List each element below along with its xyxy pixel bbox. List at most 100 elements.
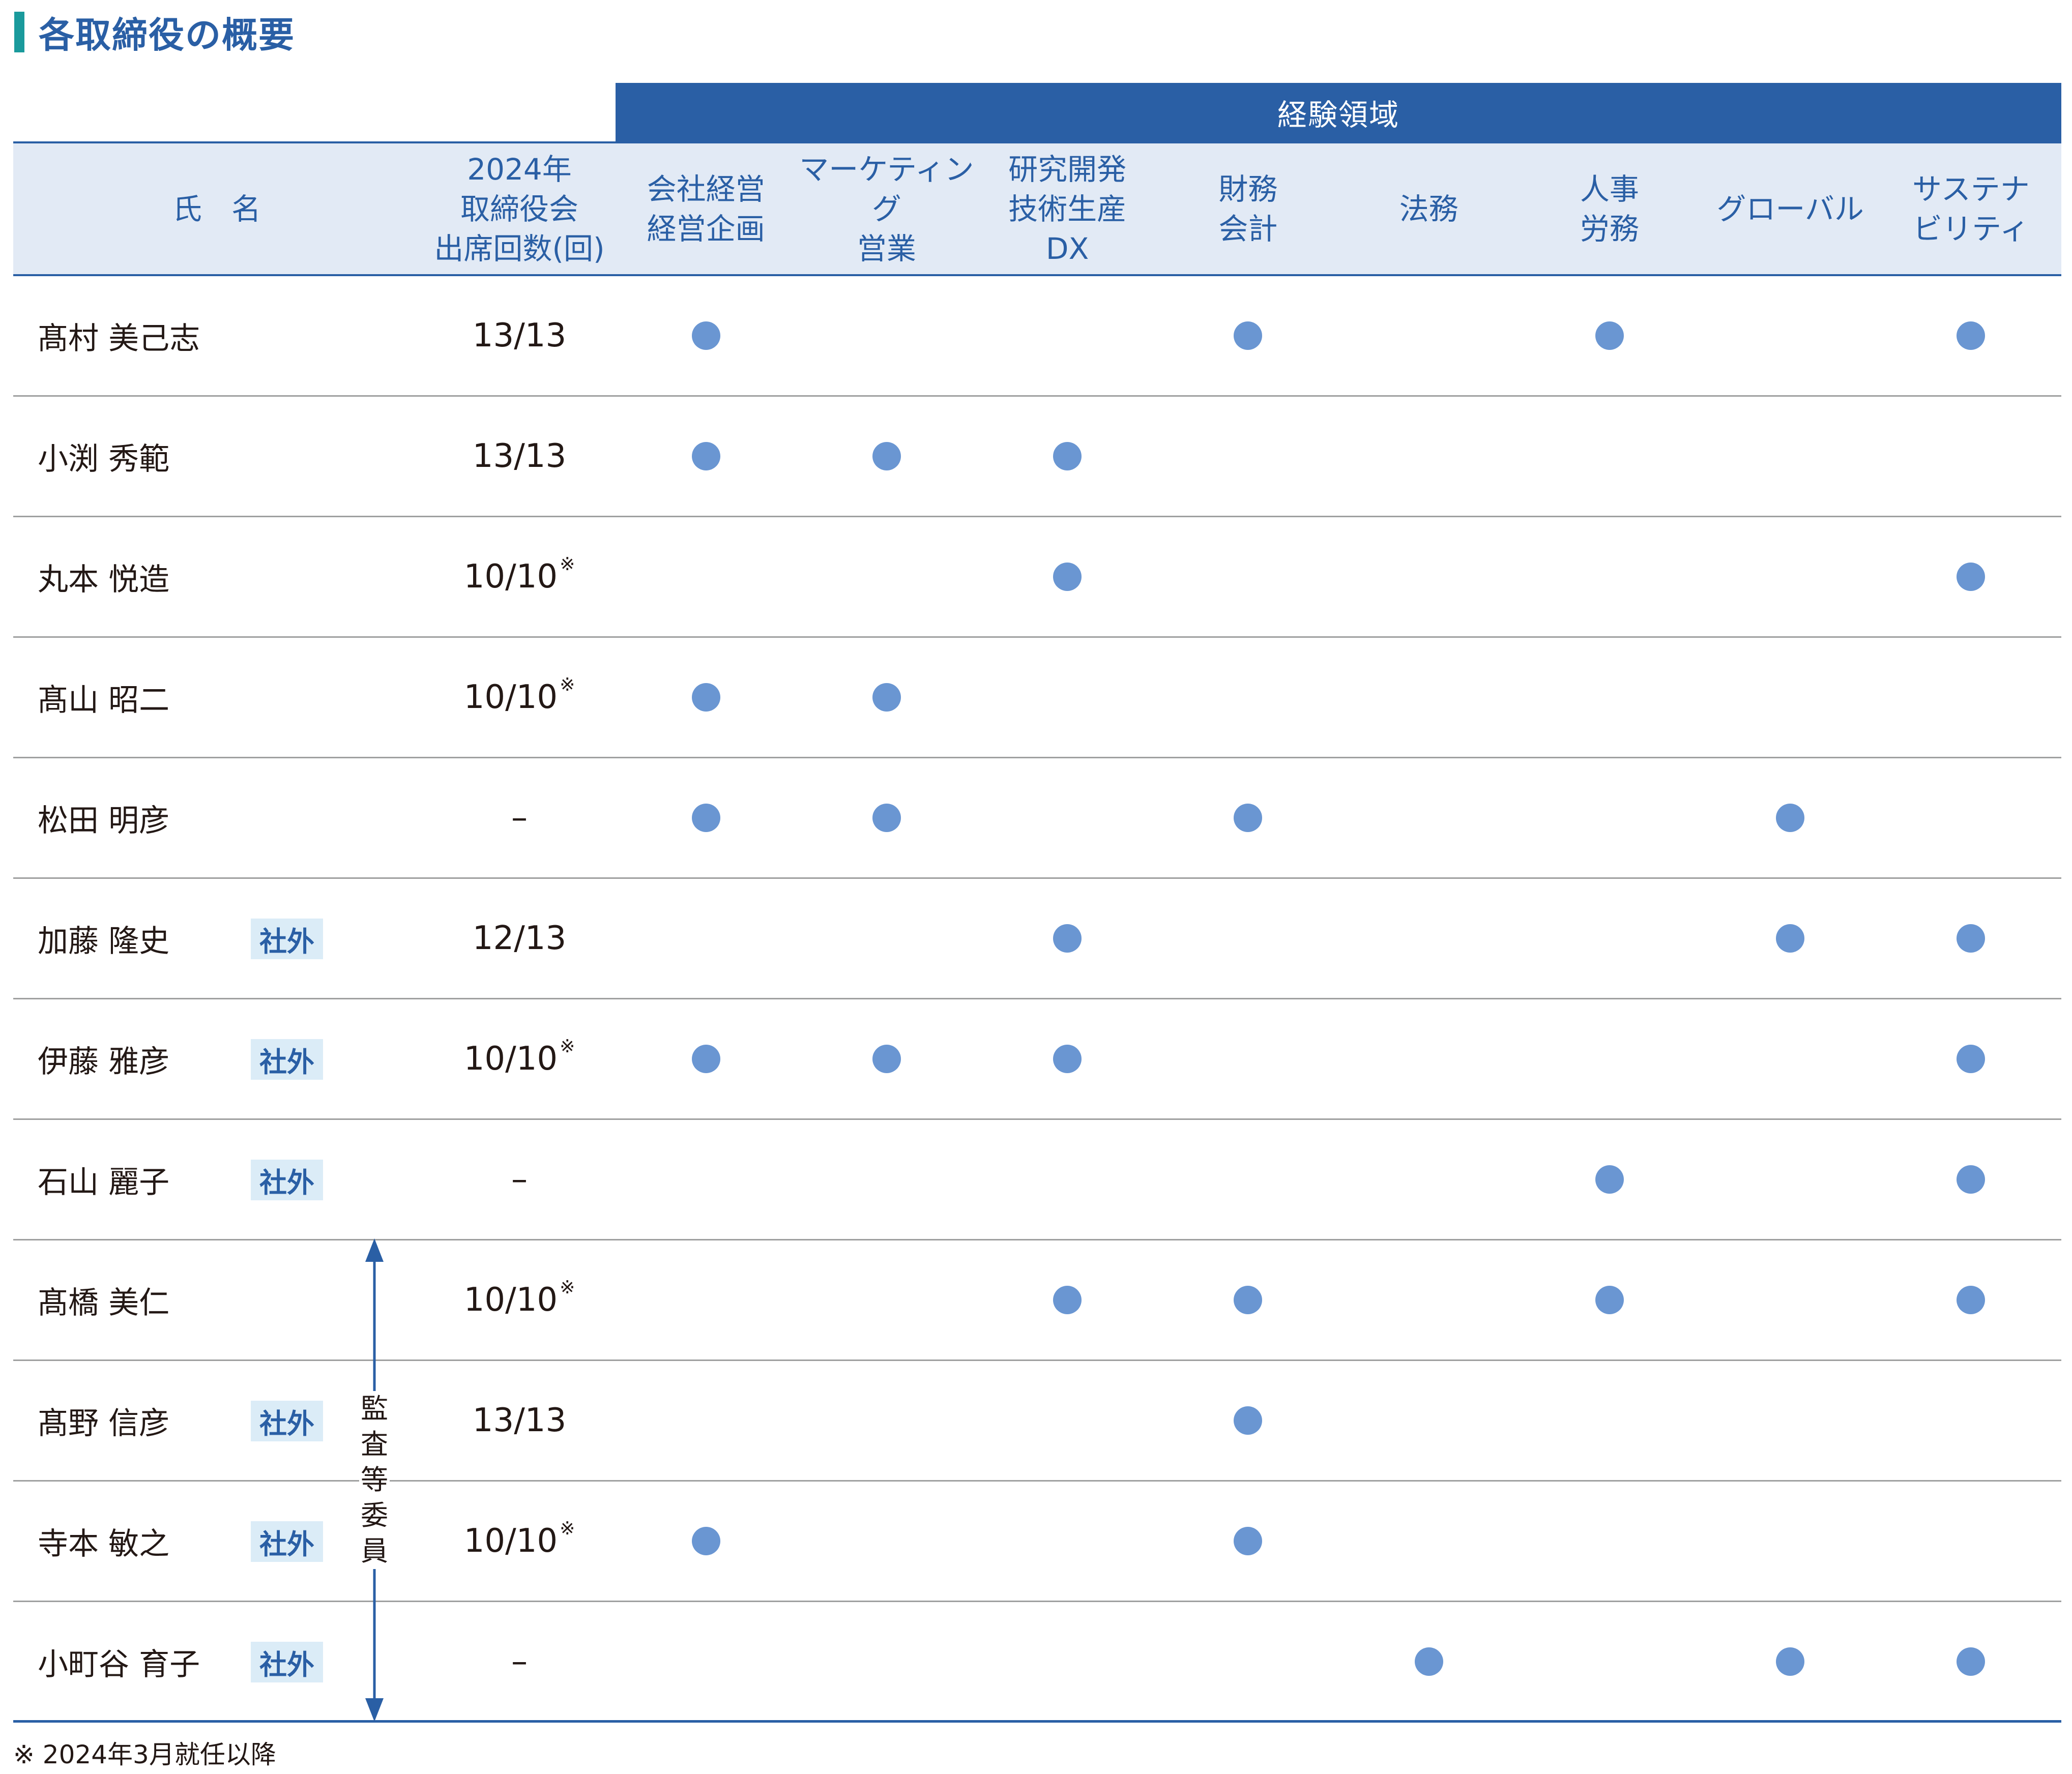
experience-dot bbox=[1957, 1647, 1986, 1676]
table-row: 髙山 昭二 10/10 ※ bbox=[13, 638, 2061, 758]
header-area-3: 財務 会計 bbox=[1218, 171, 1278, 246]
attendance-value: – bbox=[511, 799, 528, 837]
attendance-note-mark: ※ bbox=[560, 1277, 575, 1298]
experience-dot bbox=[1234, 1527, 1263, 1555]
director-name: 髙野 信彦 bbox=[38, 1405, 170, 1441]
attendance-note-mark: ※ bbox=[560, 1518, 575, 1539]
experience-dot bbox=[691, 321, 720, 350]
experience-dot bbox=[1234, 1286, 1263, 1314]
header-area-1: マーケティング 営業 bbox=[799, 152, 974, 266]
attendance-note-mark: ※ bbox=[560, 674, 575, 695]
experience-dot bbox=[691, 442, 720, 470]
experience-dot bbox=[872, 1045, 901, 1073]
director-name: 小町谷 育子 bbox=[38, 1646, 200, 1682]
director-name: 加藤 隆史 bbox=[38, 923, 170, 959]
attendance-cell: 10/10 ※ bbox=[420, 1240, 619, 1359]
attendance-value: 12/13 bbox=[472, 920, 567, 957]
header-name: 氏 名 bbox=[172, 191, 261, 226]
table-row: 小町谷 育子 社外 – bbox=[13, 1602, 2061, 1723]
attendance-cell: – bbox=[420, 1120, 619, 1239]
header-area-2: 研究開発 技術生産 DX bbox=[1008, 152, 1127, 266]
director-name: 寺本 敏之 bbox=[38, 1526, 170, 1562]
header-area-4: 法務 bbox=[1399, 191, 1458, 226]
attendance-cell: 13/13 bbox=[420, 397, 619, 516]
outside-director-badge: 社外 bbox=[251, 1039, 323, 1080]
director-name: 髙橋 美仁 bbox=[38, 1285, 170, 1321]
experience-dot bbox=[1234, 1406, 1263, 1435]
table-row: 丸本 悦造 10/10 ※ bbox=[13, 517, 2061, 638]
audit-committee-label: 監 査 等 委 員 bbox=[359, 1391, 390, 1569]
director-name: 髙村 美己志 bbox=[38, 320, 200, 357]
header-area-5: 人事 労務 bbox=[1580, 171, 1639, 246]
experience-dot bbox=[872, 804, 901, 832]
attendance-value: 13/13 bbox=[472, 437, 567, 475]
experience-dot bbox=[1053, 1286, 1082, 1314]
experience-dot bbox=[1957, 1165, 1986, 1194]
footnote: ※ 2024年3月就任以降 bbox=[13, 1740, 276, 1769]
section-title: 各取締役の概要 bbox=[14, 9, 295, 56]
attendance-note-mark: ※ bbox=[560, 554, 575, 575]
experience-dot bbox=[1053, 563, 1082, 591]
table-row: 髙野 信彦 社外 13/13 bbox=[13, 1361, 2061, 1482]
table-row: 小渕 秀範 13/13 bbox=[13, 397, 2061, 517]
title-text: 各取締役の概要 bbox=[39, 14, 295, 56]
attendance-value: 10/10 bbox=[463, 678, 558, 716]
experience-dot bbox=[872, 442, 901, 470]
experience-dot bbox=[1957, 563, 1986, 591]
director-name: 伊藤 雅彦 bbox=[38, 1044, 170, 1080]
attendance-value: – bbox=[511, 1161, 528, 1198]
attendance-cell: – bbox=[420, 758, 619, 877]
table-header: 氏 名 2024年 取締役会 出席回数(回) 会社経営 経営企画 マーケティング … bbox=[13, 141, 2061, 276]
outside-director-badge: 社外 bbox=[251, 919, 323, 959]
experience-dot bbox=[1595, 321, 1624, 350]
attendance-cell: 10/10 ※ bbox=[420, 1482, 619, 1601]
header-area-6: グローバル bbox=[1716, 191, 1864, 226]
director-name: 丸本 悦造 bbox=[38, 561, 170, 598]
arrow-head-up-icon bbox=[365, 1238, 384, 1262]
attendance-cell: 10/10 ※ bbox=[420, 638, 619, 757]
experience-band: 経験領域 bbox=[616, 83, 2061, 141]
title-accent-bar bbox=[14, 12, 24, 52]
director-name: 髙山 昭二 bbox=[38, 682, 170, 718]
table-row: 髙村 美己志 13/13 bbox=[13, 276, 2061, 397]
header-area-0: 会社経営 経営企画 bbox=[647, 171, 765, 246]
director-name: 小渕 秀範 bbox=[38, 441, 170, 477]
table-row: 寺本 敏之 社外 10/10 ※ bbox=[13, 1482, 2061, 1602]
attendance-note-mark: ※ bbox=[560, 1036, 575, 1057]
experience-dot bbox=[1957, 924, 1986, 953]
attendance-value: 13/13 bbox=[472, 1402, 567, 1439]
header-attendance: 2024年 取締役会 出席回数(回) bbox=[434, 152, 605, 266]
experience-dot bbox=[1234, 321, 1263, 350]
experience-dot bbox=[1957, 321, 1986, 350]
outside-director-badge: 社外 bbox=[251, 1401, 323, 1441]
experience-dot bbox=[1053, 924, 1082, 953]
experience-dot bbox=[872, 683, 901, 712]
table-row: 石山 麗子 社外 – bbox=[13, 1120, 2061, 1240]
table-row: 伊藤 雅彦 社外 10/10 ※ bbox=[13, 999, 2061, 1120]
experience-dot bbox=[1053, 1045, 1082, 1073]
outside-director-badge: 社外 bbox=[251, 1160, 323, 1200]
experience-dot bbox=[691, 804, 720, 832]
experience-dot bbox=[1957, 1286, 1986, 1314]
experience-dot bbox=[1414, 1647, 1443, 1676]
experience-dot bbox=[1957, 1045, 1986, 1073]
header-area-7: サステナ ビリティ bbox=[1912, 171, 2030, 246]
experience-dot bbox=[1595, 1165, 1624, 1194]
experience-dot bbox=[1776, 924, 1805, 953]
experience-dot bbox=[1776, 804, 1805, 832]
experience-dot bbox=[1595, 1286, 1624, 1314]
table-row: 松田 明彦 – bbox=[13, 758, 2061, 879]
attendance-value: 10/10 bbox=[463, 1522, 558, 1560]
director-name: 石山 麗子 bbox=[38, 1164, 170, 1200]
experience-dot bbox=[1234, 804, 1263, 832]
table-row: 髙橋 美仁 10/10 ※ bbox=[13, 1240, 2061, 1361]
attendance-value: – bbox=[511, 1643, 528, 1680]
attendance-cell: 12/13 bbox=[420, 879, 619, 998]
experience-dot bbox=[691, 683, 720, 712]
attendance-cell: – bbox=[420, 1602, 619, 1721]
director-name: 松田 明彦 bbox=[38, 803, 170, 839]
experience-dot bbox=[691, 1045, 720, 1073]
attendance-value: 10/10 bbox=[463, 1040, 558, 1078]
experience-dot bbox=[1053, 442, 1082, 470]
attendance-cell: 10/10 ※ bbox=[420, 999, 619, 1118]
